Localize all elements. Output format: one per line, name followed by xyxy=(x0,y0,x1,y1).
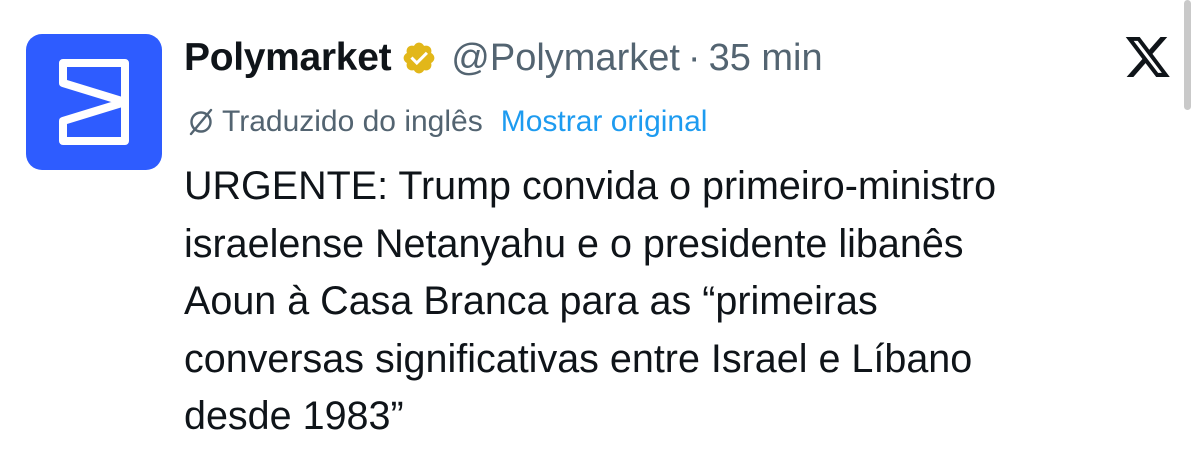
separator-dot: · xyxy=(687,36,701,79)
timestamp[interactable]: 35 min xyxy=(709,37,823,80)
scrollbar[interactable] xyxy=(1184,0,1191,110)
handle[interactable]: @Polymarket xyxy=(451,37,680,80)
verified-badge-icon[interactable] xyxy=(401,40,437,76)
show-original-link[interactable]: Mostrar original xyxy=(501,105,708,139)
x-logo-icon[interactable] xyxy=(1124,37,1172,81)
translation-bar: Traduzido do inglês Mostrar original xyxy=(186,100,707,144)
translate-icon xyxy=(189,108,213,136)
avatar[interactable] xyxy=(26,34,162,170)
tweet-card: Polymarket @Polymarket · 35 min Traduzid… xyxy=(0,0,1200,463)
display-name[interactable]: Polymarket xyxy=(184,36,392,80)
translated-label: Traduzido do inglês xyxy=(222,105,483,138)
tweet-header: Polymarket @Polymarket · 35 min xyxy=(184,28,823,88)
tweet-text: URGENTE: Trump convida o primeiro-minist… xyxy=(184,164,997,438)
polymarket-logo-icon xyxy=(59,59,129,145)
